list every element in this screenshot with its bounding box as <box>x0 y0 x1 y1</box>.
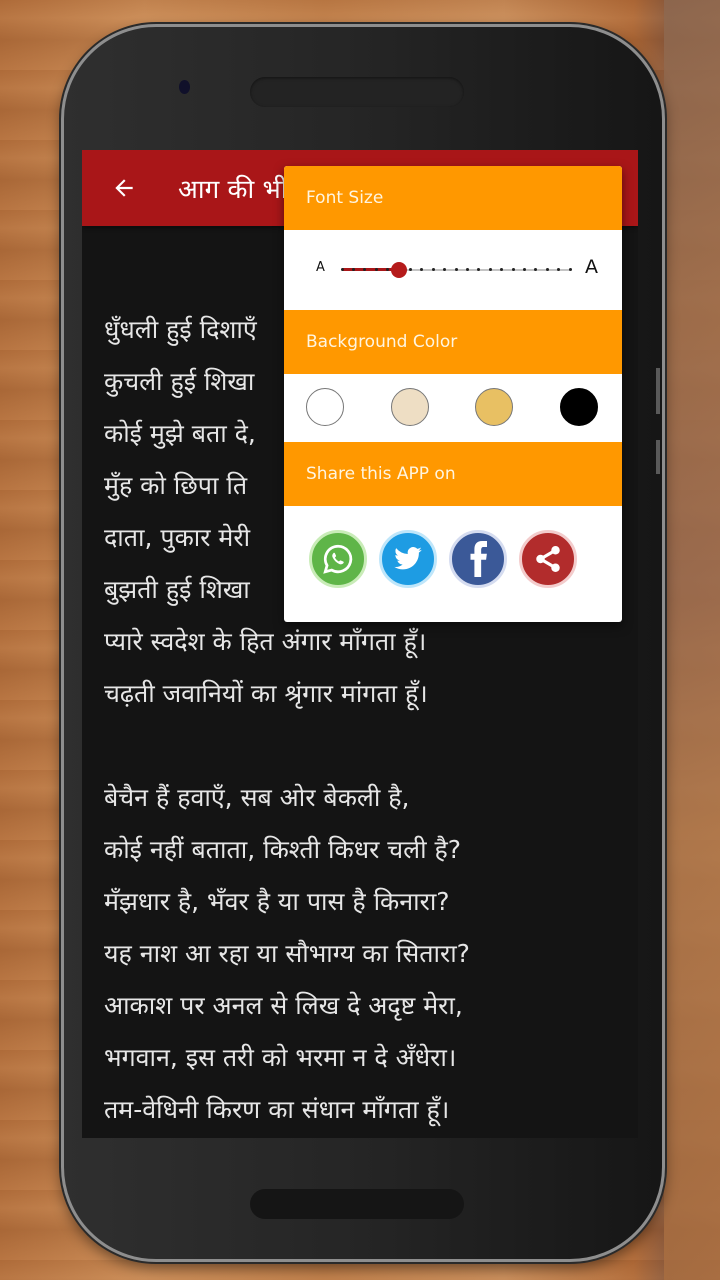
facebook-icon <box>470 541 487 577</box>
earpiece-speaker <box>250 77 464 107</box>
twitter-icon <box>394 547 422 570</box>
color-swatch-golden[interactable] <box>475 388 513 426</box>
poem-line: चढ़ती जवानियों का श्रृंगार मांगता हूँ। <box>104 679 428 708</box>
slider-tick <box>340 268 344 271</box>
font-size-large-label: A <box>585 256 598 278</box>
color-swatch-white[interactable] <box>306 388 344 426</box>
poem-line: आकाश पर अनल से लिख दे अदृष्ट मेरा, <box>104 991 463 1020</box>
slider-tick <box>374 268 378 271</box>
poem-line: मँझधार है, भँवर है या पास है किनारा? <box>104 887 450 916</box>
poem-line: प्यारे स्वदेश के हित अंगार माँगता हूँ। <box>104 627 427 656</box>
slider-tick <box>522 268 526 271</box>
poem-line: कोई नहीं बताता, किश्ती किधर चली है? <box>104 835 462 864</box>
slider-tick <box>511 268 515 271</box>
font-size-header: Font Size <box>284 166 622 230</box>
poem-line: तम-वेधिनी किरण का संधान माँगता हूँ। <box>104 1095 450 1124</box>
settings-popup: Font Size A A Background Color Share thi… <box>284 166 622 622</box>
share-header: Share this APP on <box>284 442 622 506</box>
poem-line: यह नाश आ रहा या सौभाग्य का सितारा? <box>104 939 470 968</box>
share-twitter-button[interactable] <box>379 530 437 588</box>
font-size-slider[interactable] <box>340 258 572 282</box>
front-camera <box>179 80 190 94</box>
color-swatch-black[interactable] <box>560 388 598 426</box>
share-icon <box>536 546 560 572</box>
slider-tick <box>351 268 355 271</box>
slider-tick <box>465 268 469 271</box>
slider-tick <box>408 268 412 271</box>
back-button[interactable] <box>96 160 152 216</box>
arrow-left-icon <box>115 179 133 197</box>
poem-line: बेचैन हैं हवाएँ, सब ओर बेकली है, <box>104 783 410 812</box>
slider-tick <box>545 268 549 271</box>
stanza-break <box>104 720 624 772</box>
side-button-power <box>656 368 660 414</box>
slider-tick <box>454 268 458 271</box>
share-more-button[interactable] <box>519 530 577 588</box>
font-size-row: A A <box>284 230 622 310</box>
slider-tick <box>431 268 435 271</box>
background-color-options <box>284 374 622 442</box>
share-whatsapp-button[interactable] <box>309 530 367 588</box>
slider-thumb[interactable] <box>391 262 407 278</box>
side-button-volume <box>656 440 660 474</box>
background-wood <box>664 0 720 1280</box>
whatsapp-icon <box>323 544 353 574</box>
color-swatch-cream[interactable] <box>391 388 429 426</box>
share-facebook-button[interactable] <box>449 530 507 588</box>
font-size-small-label: A <box>316 260 325 275</box>
share-options <box>284 506 622 622</box>
slider-tick <box>568 268 572 271</box>
bottom-speaker <box>250 1189 464 1219</box>
background-color-header: Background Color <box>284 310 622 374</box>
slider-tick <box>488 268 492 271</box>
poem-line: भगवान, इस तरी को भरमा न दे अँधेरा। <box>104 1043 457 1072</box>
